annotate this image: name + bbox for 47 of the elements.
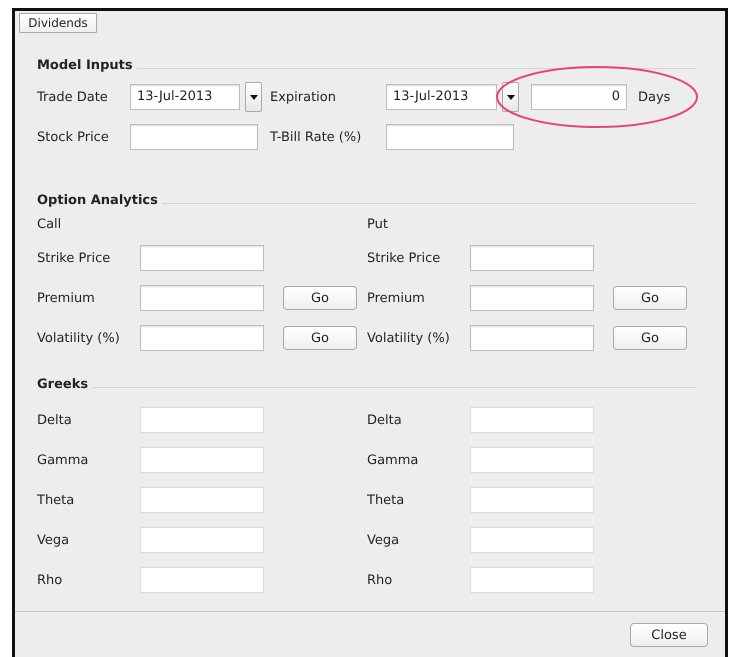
input-field[interactable] xyxy=(140,325,264,351)
field-label: Theta xyxy=(37,492,76,508)
go-button[interactable]: Go xyxy=(283,286,357,310)
field-label: Premium xyxy=(367,290,426,306)
field-label: Premium xyxy=(37,290,96,306)
input-field[interactable] xyxy=(386,124,514,150)
field-label: Delta xyxy=(37,412,73,428)
input-field[interactable] xyxy=(130,124,258,150)
dropdown-button[interactable] xyxy=(502,82,519,112)
field-label: Rho xyxy=(367,572,394,588)
field-label: Strike Price xyxy=(37,250,112,266)
go-button[interactable]: Go xyxy=(613,286,687,310)
input-field[interactable] xyxy=(140,285,264,311)
input-field[interactable] xyxy=(470,325,594,351)
input-field[interactable] xyxy=(140,245,264,271)
field-label: Gamma xyxy=(37,452,90,468)
close-button[interactable]: Close xyxy=(630,623,708,647)
date-field[interactable]: 13-Jul-2013 xyxy=(386,84,497,110)
days-field[interactable]: 0 xyxy=(531,84,627,110)
field-label: Vega xyxy=(367,532,400,548)
field-label: Rho xyxy=(37,572,64,588)
field-label: Gamma xyxy=(367,452,420,468)
unit-label: Days xyxy=(638,90,670,104)
dividends-button[interactable]: Dividends xyxy=(19,13,97,33)
field-label: Theta xyxy=(367,492,406,508)
date-field[interactable]: 13-Jul-2013 xyxy=(130,84,240,110)
section-title: Model Inputs xyxy=(37,58,133,72)
field-label: Vega xyxy=(37,532,70,548)
go-button[interactable]: Go xyxy=(283,326,357,350)
field-label: Trade Date xyxy=(37,90,109,104)
dropdown-button[interactable] xyxy=(245,82,262,112)
field-label: Stock Price xyxy=(37,130,110,144)
section-title: Greeks xyxy=(37,376,88,392)
caret-icon xyxy=(250,94,258,100)
input-field[interactable] xyxy=(470,245,594,271)
column-heading: Call xyxy=(37,216,62,234)
field-label: Volatility (%) xyxy=(37,330,121,346)
section-title: Option Analytics xyxy=(37,192,158,208)
caret-icon xyxy=(506,94,514,100)
column-heading: Put xyxy=(367,216,388,234)
field-label: Strike Price xyxy=(367,250,442,266)
field-label: Volatility (%) xyxy=(367,330,451,346)
go-button[interactable]: Go xyxy=(613,326,687,350)
field-label: T-Bill Rate (%) xyxy=(270,130,362,144)
field-label: Delta xyxy=(367,412,403,428)
field-label: Expiration xyxy=(270,90,337,104)
input-field[interactable] xyxy=(470,285,594,311)
